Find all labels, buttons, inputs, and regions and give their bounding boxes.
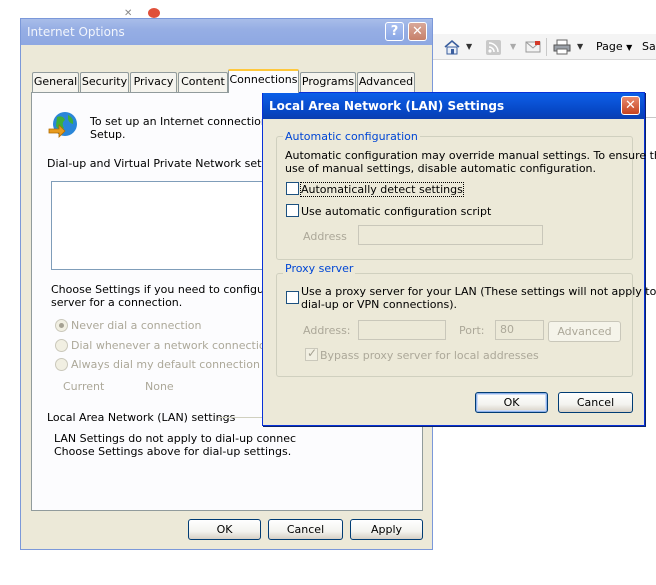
address-label: Address	[303, 230, 347, 243]
globe-icon	[47, 109, 81, 141]
port-field[interactable]: 80	[495, 320, 544, 340]
lan-settings-titlebar: Local Area Network (LAN) Settings	[263, 93, 644, 119]
tab-content[interactable]: Content	[178, 72, 228, 92]
tab-favicon	[148, 8, 160, 18]
page-menu-label: Page	[596, 40, 623, 53]
window-title: Internet Options	[27, 25, 125, 39]
tab-programs[interactable]: Programs	[300, 72, 356, 92]
choose-settings-text: Choose Settings if you need to configure…	[51, 283, 296, 296]
radio-never-dial-label: Never dial a connection	[71, 319, 202, 332]
auto-config-description-line2: use of manual settings, disable automati…	[285, 162, 597, 175]
apply-button[interactable]: Apply	[350, 519, 423, 540]
proxy-address-label: Address:	[303, 324, 351, 337]
address-field[interactable]	[358, 225, 543, 245]
radio-never-dial[interactable]	[55, 319, 68, 332]
radio-always-dial[interactable]	[55, 358, 68, 371]
auto-detect-checkbox[interactable]	[286, 182, 299, 195]
mail-icon[interactable]	[525, 40, 541, 54]
radio-always-dial-label: Always dial my default connection	[71, 358, 260, 371]
chevron-down-icon[interactable]: ▼	[466, 42, 472, 51]
help-button[interactable]: ?	[385, 22, 404, 41]
bypass-proxy-label[interactable]: Bypass proxy server for local addresses	[320, 349, 539, 362]
close-button[interactable]: ✕	[621, 96, 640, 115]
tab-privacy[interactable]: Privacy	[130, 72, 177, 92]
page-menu[interactable]: Page ▼	[596, 38, 632, 56]
auto-detect-label[interactable]: Automatically detect settings	[300, 182, 464, 197]
current-value: None	[145, 380, 174, 393]
proxy-server-group-title: Proxy server	[283, 262, 356, 275]
chevron-down-icon[interactable]: ▼	[577, 42, 583, 51]
tab-general[interactable]: General	[32, 72, 79, 92]
dialog-title: Local Area Network (LAN) Settings	[269, 99, 505, 113]
dialup-heading: Dial-up and Virtual Private Network sett…	[47, 157, 289, 170]
internet-options-titlebar: Internet Options	[21, 19, 432, 45]
print-icon[interactable]	[553, 39, 571, 55]
cancel-button[interactable]: Cancel	[268, 519, 343, 540]
home-icon[interactable]	[443, 38, 461, 56]
close-button[interactable]: ✕	[408, 22, 427, 41]
lan-text-line2: Choose Settings above for dial-up settin…	[54, 445, 292, 458]
current-label: Current	[63, 380, 105, 393]
use-proxy-label[interactable]: Use a proxy server for your LAN (These s…	[301, 285, 656, 298]
auto-config-group-title: Automatic configuration	[283, 130, 420, 143]
safety-menu[interactable]: Saf	[642, 38, 656, 56]
advanced-button[interactable]: Advanced	[548, 321, 621, 342]
use-proxy-checkbox[interactable]	[286, 291, 299, 304]
setup-text-line2: Setup.	[90, 128, 126, 141]
proxy-address-field[interactable]	[358, 320, 446, 340]
auto-script-checkbox[interactable]	[286, 204, 299, 217]
radio-dial-whenever[interactable]	[55, 339, 68, 352]
ok-button[interactable]: OK	[475, 392, 548, 413]
use-proxy-label-line2: dial-up or VPN connections).	[301, 298, 458, 311]
lan-settings-dialog: Local Area Network (LAN) Settings ✕ Auto…	[262, 92, 656, 426]
cancel-button[interactable]: Cancel	[558, 392, 633, 413]
auto-script-label[interactable]: Use automatic configuration script	[301, 205, 491, 218]
tab-security[interactable]: Security	[80, 72, 129, 92]
lan-heading: Local Area Network (LAN) settings	[47, 411, 236, 424]
tab-connections[interactable]: Connections	[228, 69, 299, 93]
setup-text: To set up an Internet connection, cl	[90, 115, 284, 128]
toolbar-separator	[546, 38, 547, 56]
feeds-icon[interactable]	[486, 40, 501, 55]
auto-config-description: Automatic configuration may override man…	[285, 149, 656, 162]
bypass-proxy-checkbox[interactable]	[305, 346, 318, 361]
choose-settings-text-line2: server for a connection.	[51, 296, 183, 309]
chevron-down-icon[interactable]: ▼	[510, 42, 516, 51]
lan-text: LAN Settings do not apply to dial-up con…	[54, 432, 297, 445]
port-label: Port:	[459, 324, 485, 337]
ok-button[interactable]: OK	[188, 519, 261, 540]
tab-advanced[interactable]: Advanced	[357, 72, 415, 92]
chevron-down-icon: ▼	[626, 43, 633, 52]
